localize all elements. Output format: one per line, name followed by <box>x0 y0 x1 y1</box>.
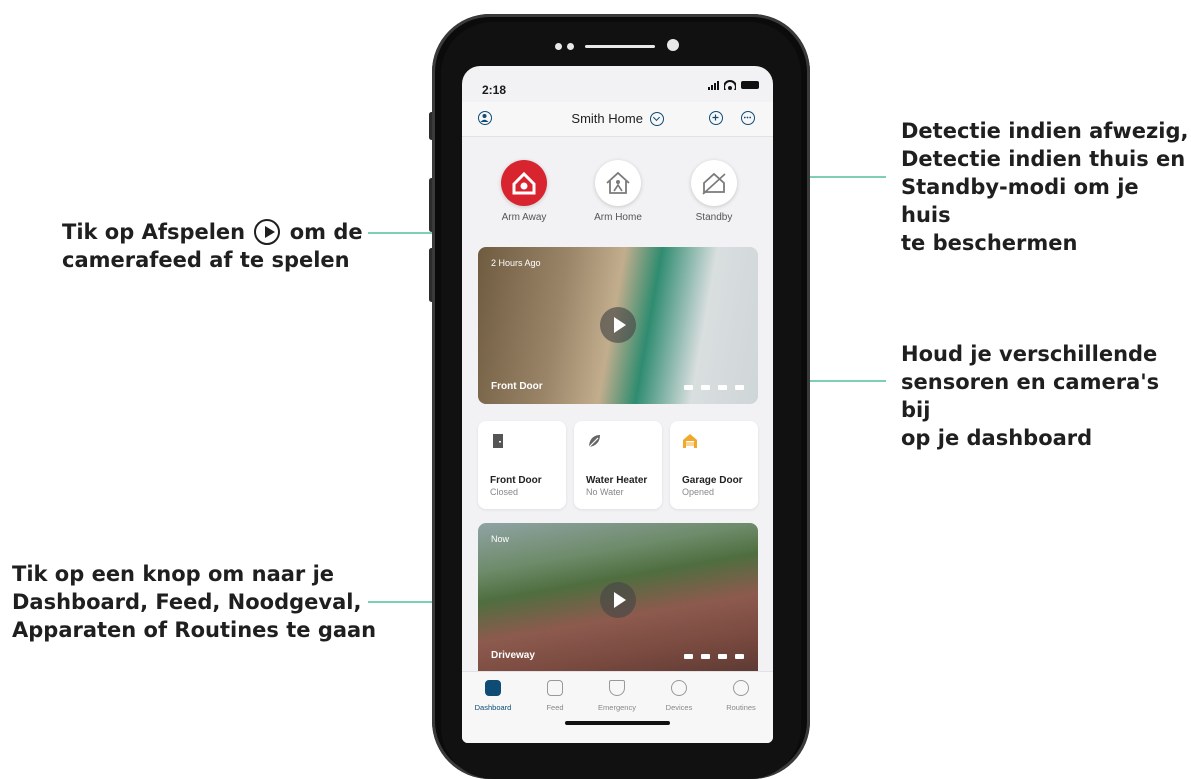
app-screen: 2:18 Smith Home Arm Away Arm Home Standb… <box>462 66 773 743</box>
callout-play-line1: Tik op Afspelen om de <box>62 218 363 246</box>
callout-modes-line: Standby-modi om je huis <box>901 175 1139 227</box>
status-time: 2:18 <box>482 83 507 97</box>
sensor-state: Closed <box>490 487 519 497</box>
battery-icon <box>741 81 759 89</box>
camera-card-driveway[interactable]: Now Driveway <box>478 523 758 673</box>
feed-icon <box>547 680 563 696</box>
leaf-icon <box>587 435 600 449</box>
callout-sensors: Houd je verschillende sensoren en camera… <box>901 340 1191 452</box>
devices-icon <box>671 680 687 696</box>
callout-play-line2: camerafeed af te spelen <box>62 248 350 272</box>
sensor-name: Garage Door <box>682 475 743 486</box>
sensor-name: Water Heater <box>586 475 648 486</box>
speaker-icon <box>735 654 744 659</box>
tab-routines[interactable]: Routines <box>710 680 772 712</box>
home-name: Smith Home <box>571 111 643 126</box>
status-icons <box>708 80 759 90</box>
callout-tabs-line: Tik op een knop om naar je <box>12 562 335 586</box>
arm-away-icon <box>501 160 547 206</box>
sensor-tile-garage-door[interactable]: Garage Door Opened <box>670 421 758 509</box>
add-icon[interactable] <box>709 111 723 125</box>
callout-modes-line: te beschermen <box>901 231 1078 255</box>
tab-label: Feed <box>546 703 564 712</box>
home-indicator[interactable] <box>565 721 670 725</box>
wifi-icon <box>724 80 736 90</box>
mode-label: Arm Home <box>594 212 642 223</box>
shield-icon <box>609 680 625 696</box>
camera-status-icons <box>684 654 744 659</box>
callout-tabs: Tik op een knop om naar je Dashboard, Fe… <box>12 560 376 644</box>
callout-sensors-line: op je dashboard <box>901 426 1093 450</box>
mode-arm-home[interactable]: Arm Home <box>578 160 658 223</box>
tab-label: Emergency <box>598 703 636 712</box>
chevron-down-icon <box>649 112 664 126</box>
sensor-dot <box>567 43 574 50</box>
sensor-name: Front Door <box>490 475 542 486</box>
play-button[interactable] <box>600 307 636 343</box>
speaker-grille <box>585 45 655 48</box>
play-button[interactable] <box>600 582 636 618</box>
tab-emergency[interactable]: Emergency <box>586 680 648 712</box>
garage-icon <box>683 434 697 448</box>
sensor-state: Opened <box>682 487 715 497</box>
wifi-icon <box>701 385 710 390</box>
callout-tabs-line: Dashboard, Feed, Noodgeval, <box>12 590 362 614</box>
door-icon <box>493 434 503 448</box>
tab-label: Devices <box>665 703 693 712</box>
standby-icon <box>691 160 737 206</box>
camera-timestamp: 2 Hours Ago <box>491 258 541 268</box>
battery-icon <box>684 385 693 390</box>
home-selector[interactable]: Smith Home <box>462 111 773 126</box>
top-bar: Smith Home <box>462 102 773 137</box>
camera-timestamp: Now <box>491 534 510 544</box>
sensor-tile-front-door[interactable]: Front Door Closed <box>478 421 566 509</box>
callout-play: Tik op Afspelen om de camerafeed af te s… <box>62 218 363 274</box>
play-icon <box>254 219 281 245</box>
callout-sensors-line: sensoren en camera's bij <box>901 370 1160 422</box>
callout-modes: Detectie indien afwezig, Detectie indien… <box>901 117 1191 257</box>
signal-icon <box>708 80 719 90</box>
bottom-tab-bar: Dashboard Feed Emergency Devices Routine… <box>462 671 773 743</box>
battery-icon <box>684 654 693 659</box>
sensor-state: No Water <box>586 487 624 497</box>
sensor-tile-water-heater[interactable]: Water Heater No Water <box>574 421 662 509</box>
tab-dashboard[interactable]: Dashboard <box>462 680 524 712</box>
callout-tabs-line: Apparaten of Routines te gaan <box>12 618 377 642</box>
phone-notch <box>555 36 690 56</box>
speaker-icon <box>735 385 744 390</box>
motion-icon <box>718 654 727 659</box>
mode-standby[interactable]: Standby <box>674 160 754 223</box>
tab-label: Routines <box>726 703 756 712</box>
camera-status-icons <box>684 385 744 390</box>
sensor-dot <box>555 43 562 50</box>
callout-sensors-line: Houd je verschillende <box>901 342 1158 366</box>
wifi-icon <box>701 654 710 659</box>
routines-icon <box>733 680 749 696</box>
tab-devices[interactable]: Devices <box>648 680 710 712</box>
more-options-icon[interactable] <box>741 111 755 125</box>
callout-modes-line: Detectie indien afwezig, <box>901 119 1189 143</box>
callout-play-text-after: om de <box>289 220 363 244</box>
camera-name: Driveway <box>491 650 535 661</box>
camera-name: Front Door <box>491 381 543 392</box>
home-icon <box>485 680 501 696</box>
front-camera <box>667 39 679 51</box>
camera-card-front-door[interactable]: 2 Hours Ago Front Door <box>478 247 758 404</box>
mode-label: Arm Away <box>501 212 547 223</box>
motion-icon <box>718 385 727 390</box>
mode-arm-away[interactable]: Arm Away <box>484 160 564 223</box>
callout-play-text-before: Tik op Afspelen <box>62 220 246 244</box>
tab-feed[interactable]: Feed <box>524 680 586 712</box>
arm-home-icon <box>595 160 641 206</box>
tab-label: Dashboard <box>474 703 512 712</box>
callout-modes-line: Detectie indien thuis en <box>901 147 1186 171</box>
mode-label: Standby <box>695 212 733 223</box>
